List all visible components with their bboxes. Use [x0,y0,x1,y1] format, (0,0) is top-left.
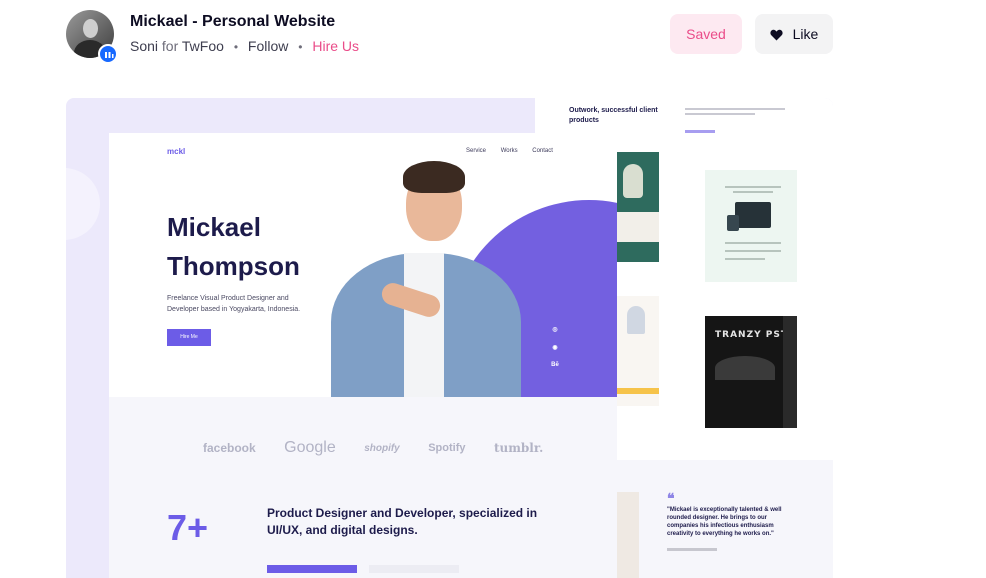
testimonial-photo [617,492,639,578]
heart-icon [770,29,783,41]
author-name-link[interactable]: Soni [130,38,158,54]
for-label: for [161,38,179,54]
hero-name: Mickael Thompson [167,208,300,286]
brand-tumblr: tumblr. [493,441,544,455]
stat-number: 7+ [167,507,209,548]
shot-header: Mickael - Personal Website Soni for TwFo… [0,0,986,80]
brand-spotify: Spotify [428,442,466,454]
shot-preview-image[interactable]: Outwork, successful client products TRAN… [66,98,833,578]
team-badge-icon [98,44,118,64]
works-title: Outwork, successful client products [569,107,658,124]
site-nav: Service Works Contact [466,148,566,154]
brand-shopify: shopify [364,442,400,454]
nav-item: Works [500,148,518,154]
work-tile-doctor [617,296,659,406]
like-button[interactable]: Like [755,14,833,54]
brand-google: Google [284,439,336,456]
behance-icon: Bē [551,362,559,368]
brand-logos-band: facebook Google shopify Spotify tumblr. … [109,397,617,578]
hero-description: Freelance Visual Product Designer and De… [167,295,301,313]
nav-item: Contact [532,148,553,154]
team-name-link[interactable]: TwFoo [182,38,224,54]
shot-meta: Soni for TwFoo • Follow • Hire Us [130,38,359,54]
separator-dot: • [298,40,303,54]
works-explore-link [685,130,715,133]
stat-text: Product Designer and Developer, speciali… [267,506,538,537]
hire-us-link[interactable]: Hire Us [312,38,359,54]
primary-button-stub [267,565,357,573]
nav-item: Service [466,148,487,154]
hero-person-shirt [404,253,444,403]
work-tile-title: TRANZY PST [715,330,788,340]
work-tile-dark: TRANZY PST [705,316,797,428]
shot-title: Mickael - Personal Website [130,13,336,30]
testimonial-author-line [667,548,717,551]
separator-dot: • [233,40,239,54]
quote-icon: ❝ [667,490,675,506]
work-tile-app [705,170,797,282]
like-label: Like [792,26,819,42]
secondary-button-stub [369,565,459,573]
saved-button[interactable]: Saved [670,14,742,54]
testimonial-text: "Mickael is exceptionally talented & wel… [667,507,782,537]
social-icons: ◎ ◉ Bē [550,326,560,380]
dribbble-icon: ◉ [552,345,558,351]
brand-facebook: facebook [203,441,256,455]
decorative-circle [66,168,100,240]
brand-logos: facebook Google shopify Spotify tumblr. [203,439,567,457]
hero-name-last: Thompson [167,251,300,281]
hero-hire-button: Hire Me [167,329,211,346]
follow-link[interactable]: Follow [248,38,288,54]
landing-page-preview: mckl Service Works Contact Mickael Thomp… [109,133,617,578]
site-logo: mckl [167,147,186,156]
hero-person-hair [403,161,465,193]
instagram-icon: ◎ [552,327,558,333]
works-description-lines [685,108,785,118]
hero-name-first: Mickael [167,212,261,242]
work-tile-fitness [617,152,659,262]
